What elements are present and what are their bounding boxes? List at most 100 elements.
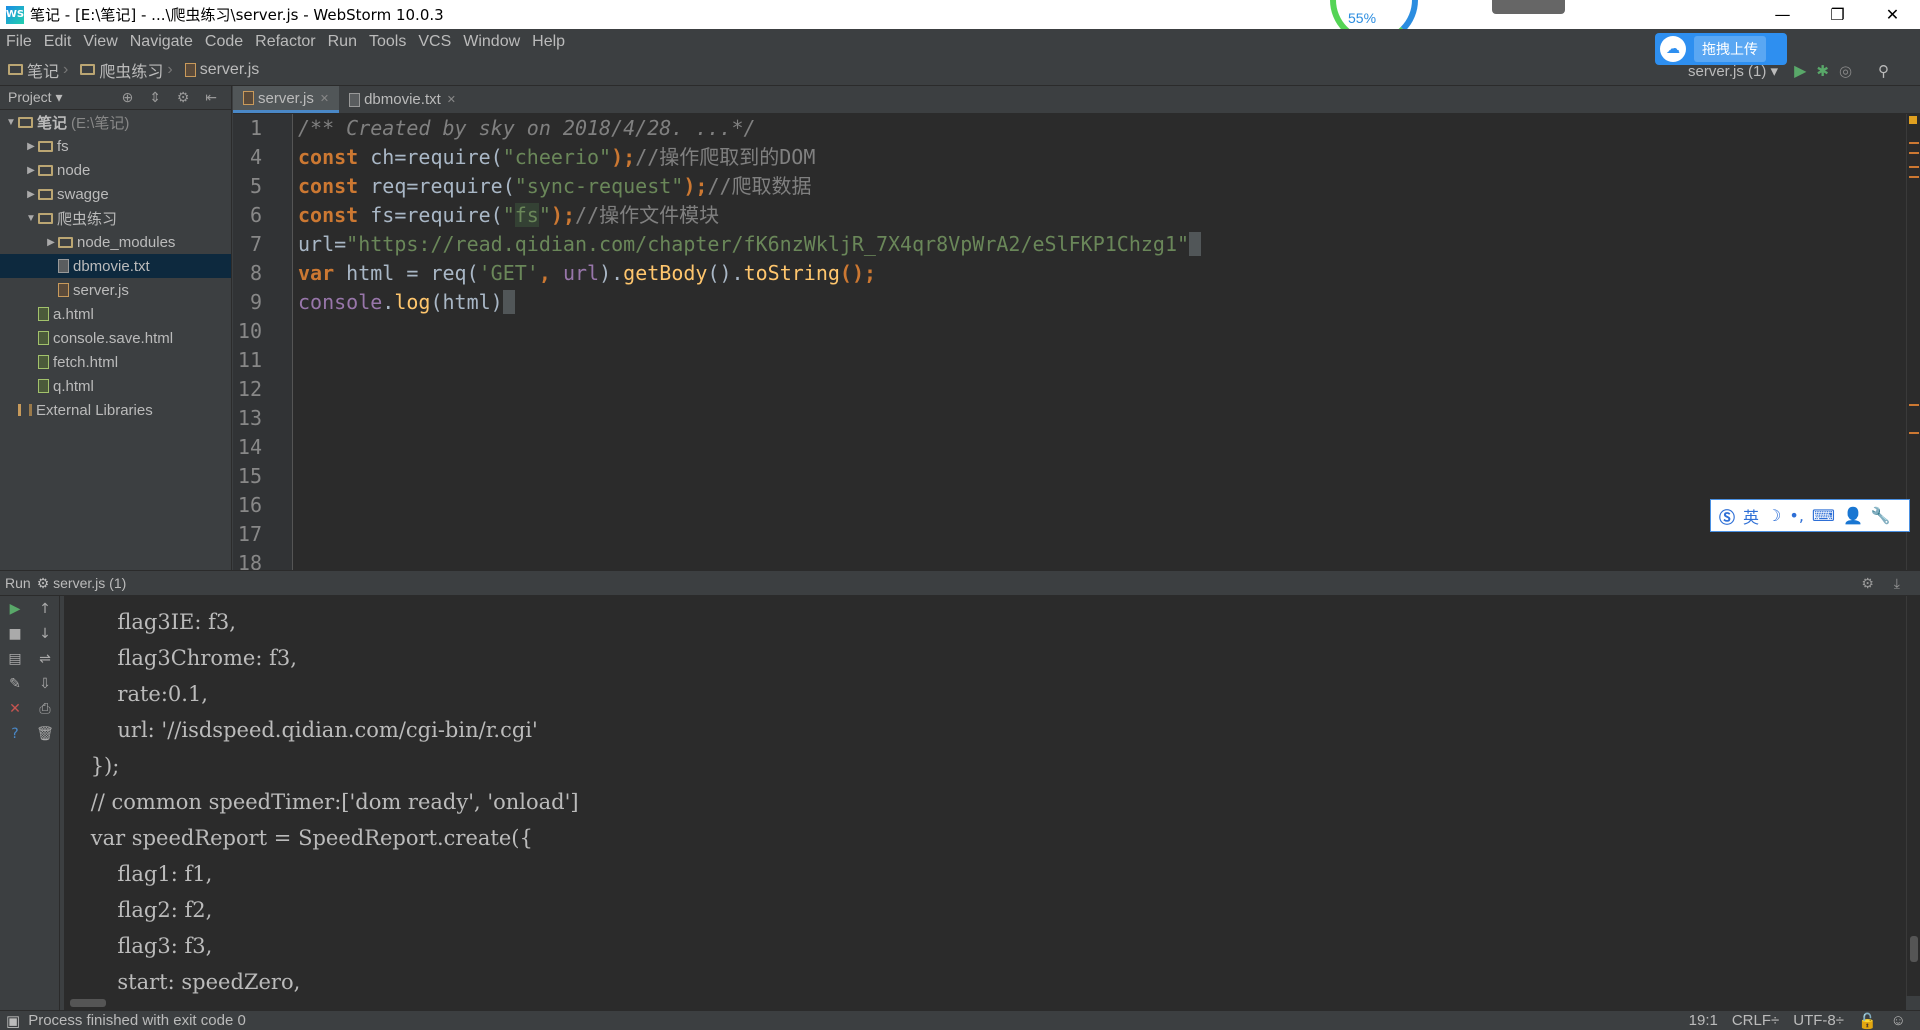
code-line[interactable]: const req=require("sync-request");//爬取数据 bbox=[298, 172, 1860, 201]
tree-item-label: a.html bbox=[53, 305, 94, 323]
chevron-right-icon[interactable]: ▶ bbox=[24, 165, 38, 176]
tree-item[interactable]: server.js bbox=[0, 278, 231, 302]
layout-icon[interactable]: ▤ bbox=[0, 646, 30, 671]
run-panel-settings-icon[interactable]: ⚙ ⤓ bbox=[1861, 575, 1908, 592]
code-token: " bbox=[502, 203, 515, 227]
ime-keyboard-icon[interactable]: ⌨ bbox=[1812, 506, 1835, 525]
ime-toolbar[interactable]: Ⓢ 英 ☽ •, ⌨ 👤 🔧 bbox=[1710, 499, 1910, 532]
console-horizontal-scrollbar[interactable] bbox=[64, 996, 1906, 1010]
menu-edit[interactable]: Edit bbox=[44, 33, 72, 51]
tree-item[interactable]: ▶ swagge bbox=[0, 182, 231, 206]
rerun-icon[interactable]: ▶ bbox=[0, 596, 30, 621]
menu-help[interactable]: Help bbox=[532, 33, 565, 51]
tree-item-label: External Libraries bbox=[36, 401, 153, 419]
caret-position[interactable]: 19:1 bbox=[1689, 1012, 1718, 1030]
file-encoding[interactable]: UTF-8÷ bbox=[1793, 1012, 1844, 1030]
code-token: 'GET' bbox=[478, 261, 539, 285]
code-token: ). bbox=[599, 261, 624, 285]
project-panel-tools[interactable]: ⊕ ⇕ ⚙ ⇤ bbox=[122, 89, 223, 106]
menu-file[interactable]: File bbox=[6, 33, 32, 51]
code-line[interactable]: console.log(html) bbox=[298, 288, 1860, 317]
tab-server-js[interactable]: server.js ✕ bbox=[233, 86, 340, 113]
menu-window[interactable]: Window bbox=[463, 33, 520, 51]
menu-view[interactable]: View bbox=[83, 33, 117, 51]
ime-moon-icon[interactable]: ☽ bbox=[1767, 506, 1781, 525]
code-token: url bbox=[562, 261, 600, 285]
breadcrumb-root[interactable]: 笔记 bbox=[8, 58, 59, 82]
tree-item[interactable]: ▼ 笔记 (E:\笔记) bbox=[0, 110, 231, 134]
ime-settings-icon[interactable]: 🔧 bbox=[1871, 506, 1891, 525]
tree-item[interactable]: dbmovie.txt bbox=[0, 254, 231, 278]
debug-icon[interactable]: ✱ bbox=[1816, 62, 1829, 80]
help-icon[interactable]: ? bbox=[0, 721, 30, 746]
tree-item[interactable]: a.html bbox=[0, 302, 231, 326]
tool-windows-icon[interactable]: ▣ bbox=[6, 1012, 20, 1030]
line-separator[interactable]: CRLF÷ bbox=[1732, 1012, 1779, 1030]
menu-code[interactable]: Code bbox=[205, 33, 243, 51]
device-tab-icon[interactable] bbox=[1492, 0, 1565, 14]
code-line[interactable]: /** Created by sky on 2018/4/28. ...*/ bbox=[298, 114, 1860, 143]
tree-item-label: server.js bbox=[73, 281, 129, 299]
chevron-down-icon[interactable]: ▼ bbox=[24, 213, 38, 224]
code-line[interactable]: url="https://read.qidian.com/chapter/fK6… bbox=[298, 230, 1860, 259]
run-tab[interactable]: ⚙ server.js (1) bbox=[37, 575, 127, 592]
menu-refactor[interactable]: Refactor bbox=[255, 33, 315, 51]
code-line[interactable]: const ch=require("cheerio");//操作爬取到的DOM bbox=[298, 143, 1860, 172]
print-icon[interactable]: ⎙ bbox=[30, 696, 60, 721]
restore-button[interactable]: ❐ bbox=[1810, 0, 1865, 29]
soft-wrap-icon[interactable]: ⇌ bbox=[30, 646, 60, 671]
code-token: "cheerio" bbox=[502, 145, 612, 169]
coverage-icon[interactable]: ◎ bbox=[1839, 62, 1852, 80]
console-output[interactable]: flag3IE: f3, flag3Chrome: f3, rate:0.1, … bbox=[64, 596, 1906, 996]
breadcrumb-folder[interactable]: 爬虫练习 bbox=[80, 58, 163, 82]
close-tab-icon[interactable]: ✕ bbox=[447, 93, 456, 106]
scroll-thumb[interactable] bbox=[1910, 936, 1918, 962]
project-view-dropdown[interactable]: Project ▾ bbox=[8, 89, 63, 106]
tree-item[interactable]: ▶ node bbox=[0, 158, 231, 182]
ime-punct-icon[interactable]: •, bbox=[1789, 506, 1804, 525]
close-tab-icon[interactable]: ✕ bbox=[320, 92, 329, 105]
chevron-right-icon[interactable]: ▶ bbox=[44, 237, 58, 248]
tree-item[interactable]: ▶ fs bbox=[0, 134, 231, 158]
ime-lang-toggle[interactable]: 英 bbox=[1743, 504, 1759, 528]
code-line[interactable]: const fs=require("fs");//操作文件模块 bbox=[298, 201, 1860, 230]
chevron-right-icon[interactable]: ▶ bbox=[24, 189, 38, 200]
tree-item[interactable]: External Libraries bbox=[0, 398, 231, 422]
chevron-down-icon[interactable]: ▼ bbox=[4, 117, 18, 128]
code-token: . bbox=[382, 290, 395, 314]
scroll-to-end-icon[interactable]: ⇩ bbox=[30, 671, 60, 696]
close-button[interactable]: ✕ bbox=[1865, 0, 1920, 29]
lock-icon[interactable]: 🔓 bbox=[1858, 1012, 1877, 1030]
menu-tools[interactable]: Tools bbox=[369, 33, 406, 51]
menu-run[interactable]: Run bbox=[328, 33, 357, 51]
ime-user-icon[interactable]: 👤 bbox=[1843, 506, 1863, 525]
run-config-dropdown[interactable]: server.js (1) ▾ bbox=[1688, 62, 1778, 80]
console-vertical-scrollbar[interactable] bbox=[1906, 596, 1920, 996]
tree-item[interactable]: ▼ 爬虫练习 bbox=[0, 206, 231, 230]
code-editor[interactable]: 1 4 5 6 7 8 9 10 11 12 13 14 15 16 17 18 /** Created by… bbox=[233, 114, 1920, 570]
tree-item[interactable]: ▶ node_modules bbox=[0, 230, 231, 254]
chevron-right-icon[interactable]: ▶ bbox=[24, 141, 38, 152]
search-icon[interactable]: ⚲ bbox=[1878, 62, 1889, 80]
tree-item[interactable]: console.save.html bbox=[0, 326, 231, 350]
scroll-down-icon[interactable]: ↓ bbox=[30, 621, 60, 646]
pin-icon[interactable]: ✎ bbox=[0, 671, 30, 696]
menu-vcs[interactable]: VCS bbox=[418, 33, 451, 51]
run-icon[interactable]: ▶ bbox=[1794, 61, 1806, 81]
tree-item[interactable]: q.html bbox=[0, 374, 231, 398]
code-area[interactable]: /** Created by sky on 2018/4/28. ...*/ co… bbox=[298, 114, 1860, 317]
tab-dbmovie-txt[interactable]: dbmovie.txt ✕ bbox=[339, 86, 466, 113]
inspector-icon[interactable]: ☺ bbox=[1891, 1012, 1906, 1030]
tree-item[interactable]: fetch.html bbox=[0, 350, 231, 374]
scroll-up-icon[interactable]: ↑ bbox=[30, 596, 60, 621]
minimize-button[interactable]: — bbox=[1755, 0, 1810, 29]
breadcrumb-file[interactable]: server.js bbox=[184, 61, 259, 79]
menu-navigate[interactable]: Navigate bbox=[130, 33, 193, 51]
close-run-icon[interactable]: ✕ bbox=[0, 696, 30, 721]
stop-icon[interactable]: ■ bbox=[0, 621, 30, 646]
clear-all-icon[interactable]: 🗑 bbox=[30, 721, 60, 746]
warning-mark bbox=[1909, 142, 1919, 144]
code-line[interactable]: var html = req('GET', url).getBody().toS… bbox=[298, 259, 1860, 288]
folder-icon bbox=[58, 236, 73, 248]
scroll-thumb[interactable] bbox=[70, 999, 106, 1007]
